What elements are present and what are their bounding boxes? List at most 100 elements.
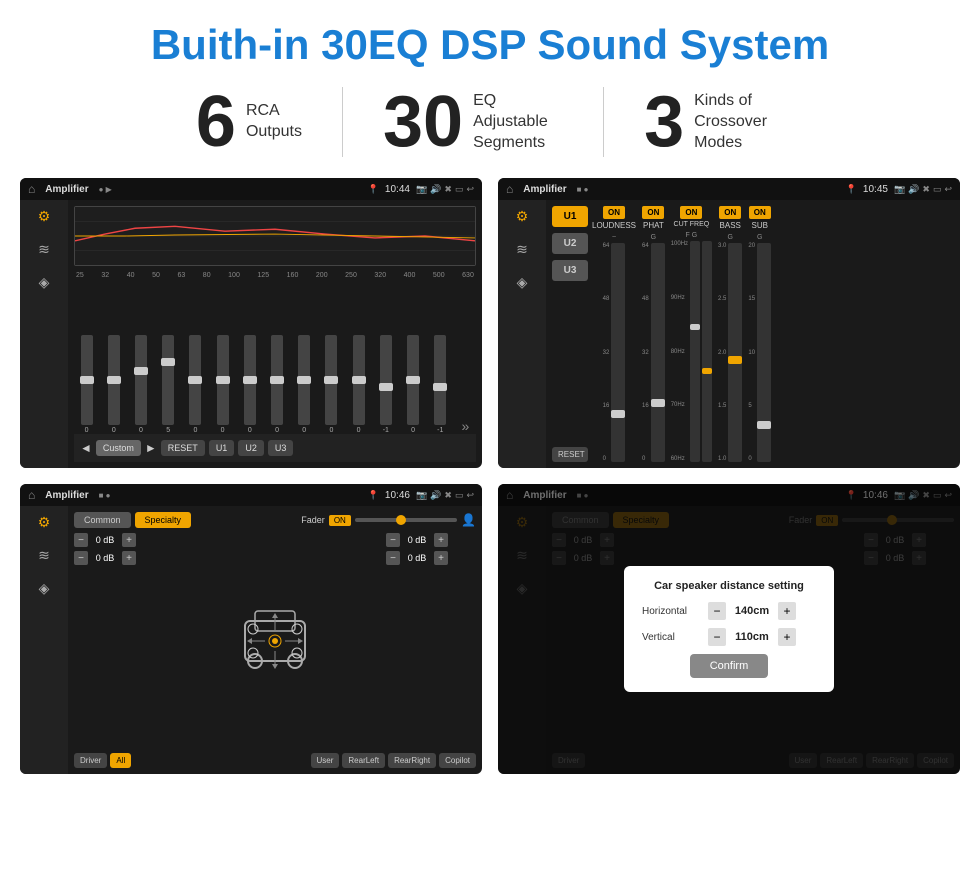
stat-crossover-text: Kinds of Crossover Modes — [694, 91, 784, 153]
slider-thumb-8[interactable] — [297, 376, 311, 384]
amp-content: U1 U2 U3 RESET ON LOUDNESS ~ 644832160 — [546, 200, 960, 468]
db-val-rr: 0 dB — [403, 553, 431, 563]
eq-filter-icon[interactable]: ⚙ — [38, 208, 51, 225]
time-3: 10:46 — [385, 490, 410, 501]
cs-bottom-row: Driver All User RearLeft RearRight Copil… — [74, 753, 476, 768]
eq-slider-9: 0 — [325, 335, 337, 434]
amp-filter-icon[interactable]: ⚙ — [516, 208, 529, 225]
home-icon-3[interactable]: ⌂ — [28, 488, 35, 502]
eq-speaker-icon[interactable]: ◈ — [39, 274, 50, 291]
cutfreq-label: CUT FREQ — [674, 221, 710, 228]
eq-frequency-labels: 2532405063 80100125160200 25032040050063… — [74, 272, 476, 279]
cs-filter-icon[interactable]: ⚙ — [38, 514, 51, 531]
rearright-btn-3[interactable]: RearRight — [388, 753, 436, 768]
loudness-on[interactable]: ON — [603, 206, 625, 219]
slider-thumb-0[interactable] — [80, 376, 94, 384]
fader-thumb[interactable] — [396, 515, 406, 525]
db-plus-fl[interactable]: + — [122, 533, 136, 547]
bass-on[interactable]: ON — [719, 206, 741, 219]
cs-wave-icon[interactable]: ≋ — [38, 547, 50, 564]
db-minus-rr[interactable]: − — [386, 551, 400, 565]
sub-on[interactable]: ON — [749, 206, 771, 219]
db-minus-rl[interactable]: − — [74, 551, 88, 565]
expand-icon[interactable]: » — [461, 418, 469, 434]
slider-thumb-1[interactable] — [107, 376, 121, 384]
cs-tab-row: Common Specialty Fader ON 👤 — [74, 512, 476, 528]
stat-crossover-number: 3 — [644, 86, 684, 158]
slider-thumb-6[interactable] — [243, 376, 257, 384]
common-tab[interactable]: Common — [74, 512, 131, 528]
driver-btn-3[interactable]: Driver — [74, 753, 107, 768]
slider-thumb-9[interactable] — [324, 376, 338, 384]
cutfreq-slider-g[interactable] — [702, 241, 712, 462]
copilot-btn-3[interactable]: Copilot — [439, 753, 476, 768]
dialog-box: Car speaker distance setting Horizontal … — [624, 566, 834, 692]
slider-thumb-10[interactable] — [352, 376, 366, 384]
eq-wave-icon[interactable]: ≋ — [38, 241, 50, 258]
db-minus-fr[interactable]: − — [386, 533, 400, 547]
u2-btn-eq[interactable]: U2 — [238, 440, 264, 456]
reset-btn-amp[interactable]: RESET — [552, 447, 588, 462]
status-dots-3: ■ ● — [99, 491, 111, 500]
db-plus-rl[interactable]: + — [122, 551, 136, 565]
camera-icon-1: 📷 — [416, 184, 427, 195]
settings-icon-3[interactable]: 👤 — [461, 513, 476, 527]
db-plus-fr[interactable]: + — [434, 533, 448, 547]
volume-icon-3: 🔊 — [430, 490, 441, 501]
sub-slider[interactable] — [757, 243, 771, 462]
home-icon-2[interactable]: ⌂ — [506, 182, 513, 196]
slider-thumb-11[interactable] — [379, 383, 393, 391]
u1-btn-eq[interactable]: U1 — [209, 440, 235, 456]
db-plus-rr[interactable]: + — [434, 551, 448, 565]
horizontal-plus-btn[interactable]: + — [778, 602, 796, 620]
vertical-plus-btn[interactable]: + — [778, 628, 796, 646]
reset-btn-eq[interactable]: RESET — [161, 440, 205, 456]
u3-btn-eq[interactable]: U3 — [268, 440, 294, 456]
horizontal-minus-btn[interactable]: − — [708, 602, 726, 620]
sub-label: SUB — [752, 221, 768, 230]
cs-side-panel: ⚙ ≋ ◈ — [20, 506, 68, 774]
eq-slider-12: 0 — [407, 335, 419, 434]
vertical-label: Vertical — [642, 632, 702, 643]
back-icon-2[interactable]: ↩ — [944, 184, 952, 195]
eq-slider-3: 5 — [162, 335, 174, 434]
db-minus-fl[interactable]: − — [74, 533, 88, 547]
u2-btn-amp[interactable]: U2 — [552, 233, 588, 254]
u1-btn-amp[interactable]: U1 — [552, 206, 588, 227]
slider-thumb-2[interactable] — [134, 367, 148, 375]
cutfreq-slider-f[interactable] — [690, 241, 700, 462]
u3-btn-amp[interactable]: U3 — [552, 260, 588, 281]
rearleft-btn-3[interactable]: RearLeft — [342, 753, 385, 768]
cs-speaker-icon[interactable]: ◈ — [39, 580, 50, 597]
phat-slider[interactable] — [651, 243, 665, 462]
custom-btn[interactable]: Custom — [96, 440, 141, 456]
amp-wave-icon[interactable]: ≋ — [516, 241, 528, 258]
all-btn-3[interactable]: All — [110, 753, 131, 768]
pin-icon-1: 📍 — [368, 184, 379, 195]
phat-on[interactable]: ON — [642, 206, 664, 219]
status-bar-2: ⌂ Amplifier ■ ● 📍 10:45 📷 🔊 ✖ ▭ ↩ — [498, 178, 960, 200]
slider-thumb-7[interactable] — [270, 376, 284, 384]
slider-thumb-5[interactable] — [216, 376, 230, 384]
home-icon-1[interactable]: ⌂ — [28, 182, 35, 196]
slider-thumb-13[interactable] — [433, 383, 447, 391]
cutfreq-on[interactable]: ON — [680, 206, 702, 219]
back-icon-1[interactable]: ↩ — [466, 184, 474, 195]
slider-thumb-12[interactable] — [406, 376, 420, 384]
user-btn-3[interactable]: User — [311, 753, 340, 768]
fader-track[interactable] — [355, 518, 457, 522]
wifi-icon-3: ✖ — [444, 490, 452, 501]
specialty-tab[interactable]: Specialty — [135, 512, 192, 528]
next-button[interactable]: ► — [145, 441, 157, 455]
prev-button[interactable]: ◄ — [80, 441, 92, 455]
bass-slider[interactable] — [728, 243, 742, 462]
vertical-minus-btn[interactable]: − — [708, 628, 726, 646]
slider-thumb-4[interactable] — [188, 376, 202, 384]
confirm-button[interactable]: Confirm — [690, 654, 769, 678]
amp-speaker-icon[interactable]: ◈ — [517, 274, 528, 291]
slider-thumb-3[interactable] — [161, 358, 175, 366]
loudness-slider[interactable] — [611, 243, 625, 462]
fader-on-badge[interactable]: ON — [329, 515, 351, 526]
pin-icon-3: 📍 — [368, 490, 379, 501]
back-icon-3[interactable]: ↩ — [466, 490, 474, 501]
